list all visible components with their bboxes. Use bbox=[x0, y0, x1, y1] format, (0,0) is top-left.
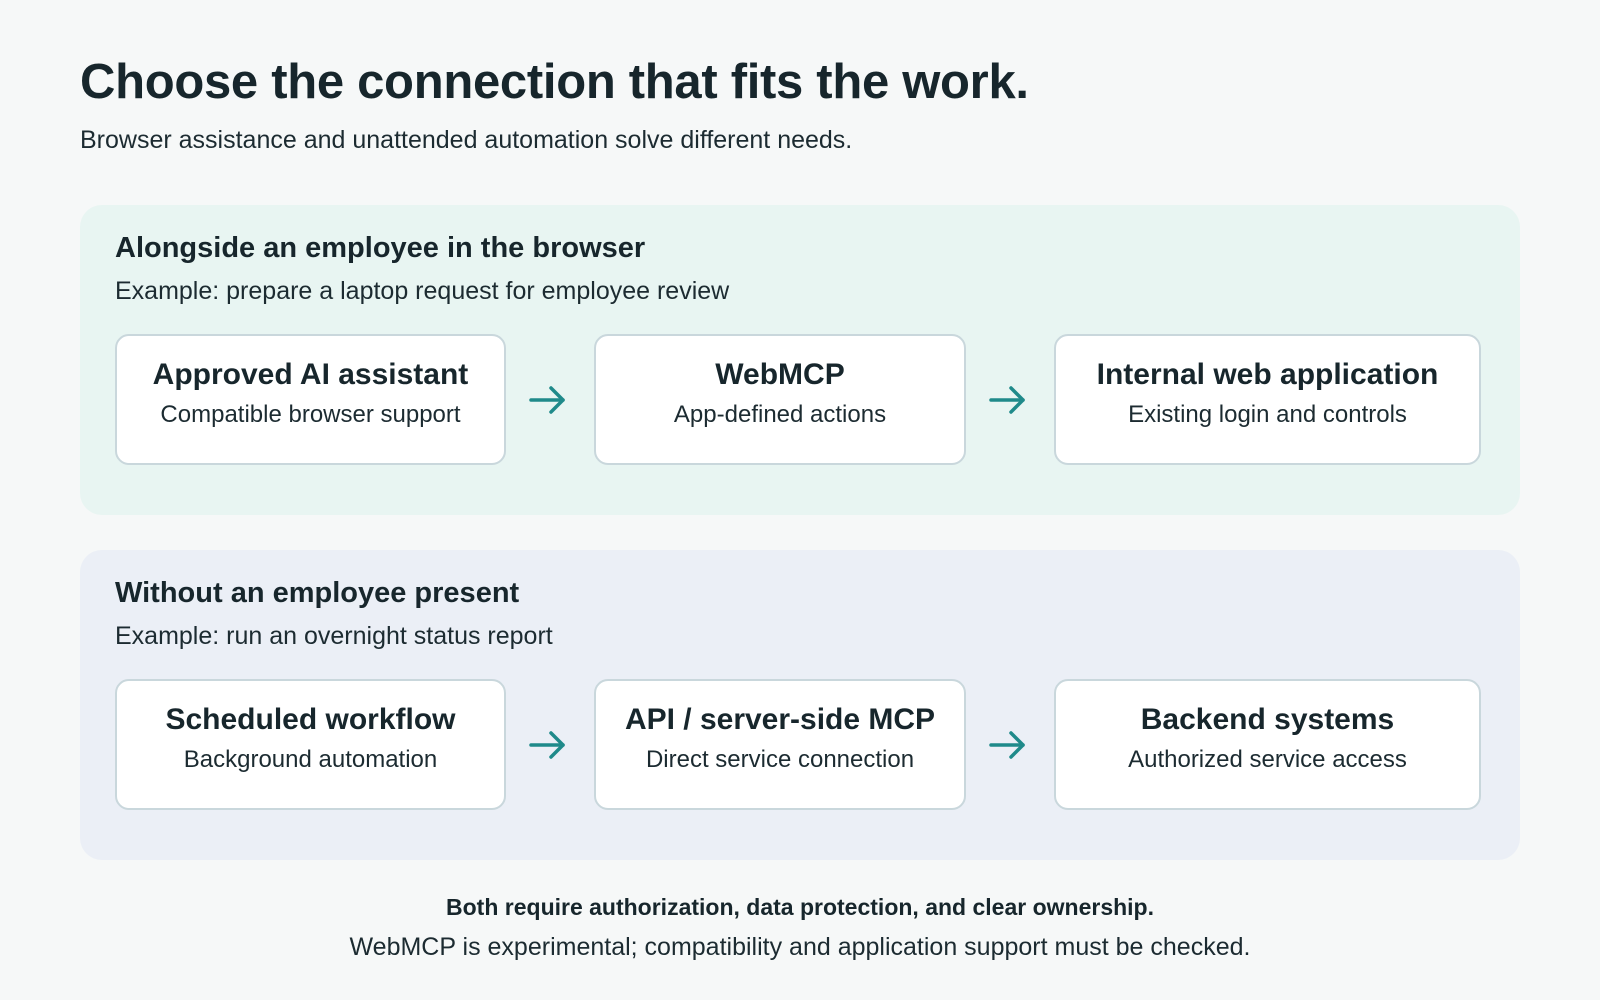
node-title: Approved AI assistant bbox=[152, 358, 469, 391]
arrow-right-icon bbox=[987, 383, 1029, 417]
node-title: API / server-side MCP bbox=[624, 703, 936, 736]
page-subtitle: Browser assistance and unattended automa… bbox=[80, 126, 853, 154]
node-subtitle: Compatible browser support bbox=[160, 401, 461, 428]
node-title: Internal web application bbox=[1096, 358, 1439, 391]
arrow-right-icon bbox=[527, 383, 569, 417]
unattended-automation-panel: Without an employee present Example: run… bbox=[80, 550, 1520, 860]
footer-note: WebMCP is experimental; compatibility an… bbox=[349, 933, 1251, 961]
node-subtitle: Background automation bbox=[183, 746, 438, 773]
panel-heading: Without an employee present bbox=[115, 577, 520, 609]
node-title: Backend systems bbox=[1140, 703, 1395, 736]
panel-example: Example: prepare a laptop request for em… bbox=[115, 277, 730, 305]
node-api-server-side-mcp: API / server-side MCP Direct service con… bbox=[594, 679, 966, 810]
node-title: WebMCP bbox=[715, 358, 845, 391]
node-subtitle: Authorized service access bbox=[1128, 746, 1407, 773]
node-backend-systems: Backend systems Authorized service acces… bbox=[1054, 679, 1481, 810]
node-scheduled-workflow: Scheduled workflow Background automation bbox=[115, 679, 506, 810]
arrow-right-icon bbox=[527, 728, 569, 762]
node-subtitle: Direct service connection bbox=[645, 746, 915, 773]
panel-heading: Alongside an employee in the browser bbox=[115, 232, 646, 264]
node-subtitle: Existing login and controls bbox=[1128, 401, 1407, 428]
node-webmcp: WebMCP App-defined actions bbox=[594, 334, 966, 465]
footer-emphasis: Both require authorization, data protect… bbox=[446, 894, 1154, 920]
node-title: Scheduled workflow bbox=[165, 703, 456, 736]
arrow-right-icon bbox=[987, 728, 1029, 762]
node-internal-web-application: Internal web application Existing login … bbox=[1054, 334, 1481, 465]
browser-assistance-panel: Alongside an employee in the browser Exa… bbox=[80, 205, 1520, 515]
node-subtitle: App-defined actions bbox=[673, 401, 887, 428]
panel-example: Example: run an overnight status report bbox=[115, 622, 553, 650]
node-approved-ai-assistant: Approved AI assistant Compatible browser… bbox=[115, 334, 506, 465]
page-title: Choose the connection that fits the work… bbox=[80, 55, 1029, 109]
